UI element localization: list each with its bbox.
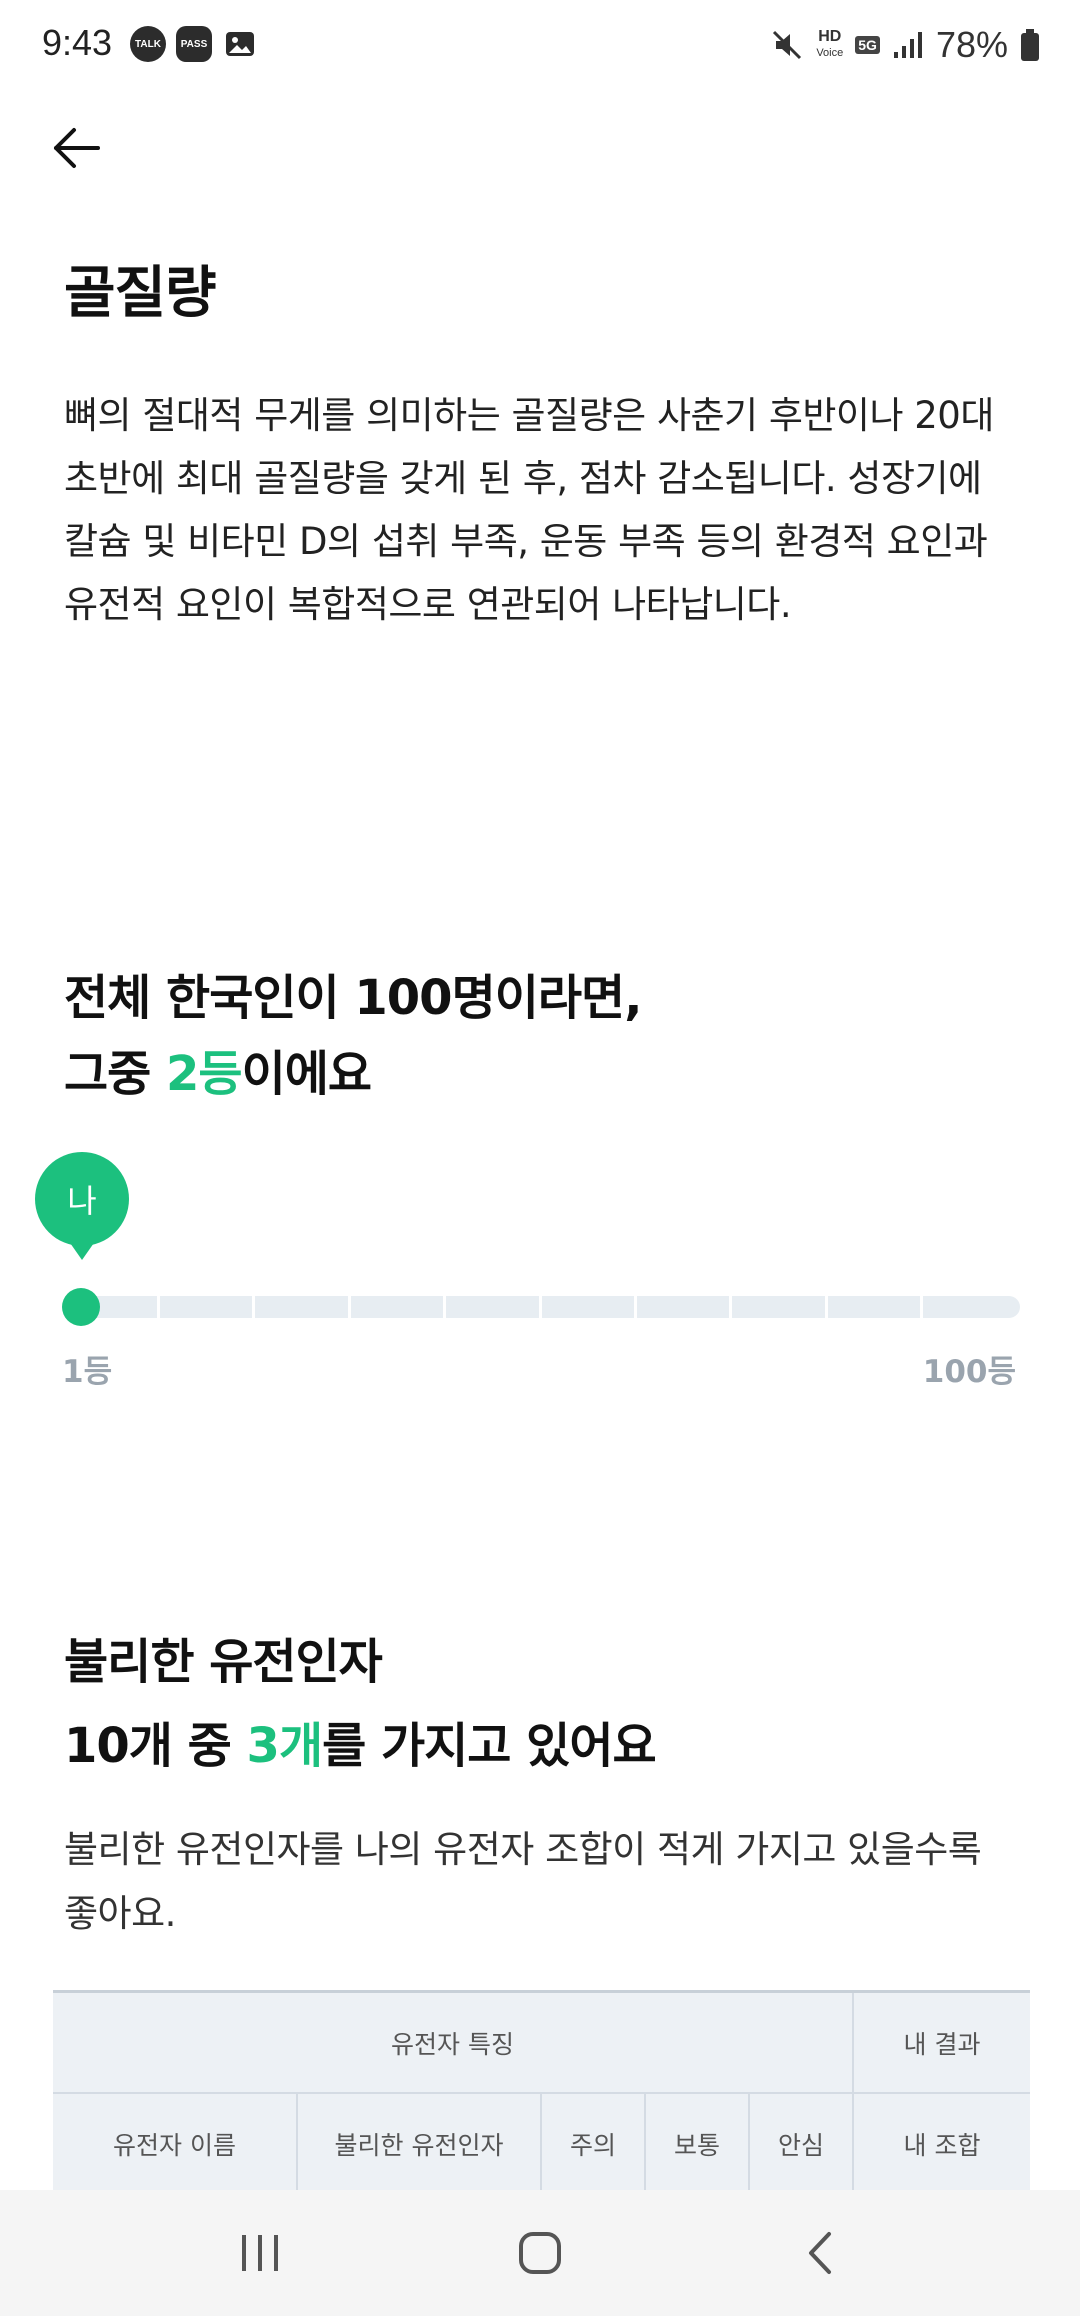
gene-count: 3개: [246, 1718, 324, 1774]
table-column-header-row: 유전자 이름 불리한 유전인자 주의 보통 안심 내 조합: [53, 2092, 1031, 2195]
rank-heading-pre: 그중: [64, 1046, 167, 1102]
rank-heading-post: 이에요: [241, 1046, 372, 1102]
hd-voice-icon: HD Voice: [816, 29, 843, 61]
gene-heading-post: 를 가지고 있어요: [322, 1718, 657, 1774]
trait-description: 뼈의 절대적 무게를 의미하는 골질량은 사춘기 후반이나 20대 초반에 최대…: [64, 394, 994, 626]
marker-pointer: [68, 1240, 96, 1260]
arrow-left-icon: [54, 128, 100, 168]
gene-heading-pre: 10개 중: [64, 1718, 247, 1774]
battery-percent: 78%: [935, 24, 1008, 65]
track-divider: [443, 1296, 446, 1318]
voice-label: Voice: [816, 47, 844, 59]
nav-back-button[interactable]: [770, 2213, 870, 2293]
gene-heading-line1: 불리한 유전인자: [64, 1634, 383, 1690]
my-result-header: 내 결과: [852, 1990, 1031, 2094]
system-status-icons: HD Voice 5G 78%: [770, 24, 1040, 66]
notification-icons: TALK PASS: [130, 26, 258, 62]
back-chevron-icon: [809, 2232, 831, 2274]
normal-header: 보통: [644, 2092, 750, 2195]
recents-button[interactable]: [210, 2213, 310, 2293]
home-button[interactable]: [490, 2213, 590, 2293]
home-icon: [519, 2232, 561, 2274]
track-divider: [825, 1296, 828, 1318]
rank-heading: 전체 한국인이 100명이라면, 그중 2등이에요: [64, 960, 1024, 1112]
status-bar: 9:43 TALK PASS HD Voice 5G 78%: [0, 0, 1080, 92]
track-divider: [920, 1296, 923, 1318]
gene-features-header: 유전자 특징: [53, 1990, 855, 2094]
status-time: 9:43: [42, 22, 113, 63]
recents-icon: [242, 2235, 278, 2271]
mute-icon: [770, 28, 804, 62]
track-divider: [634, 1296, 637, 1318]
rank-value: 2등: [166, 1046, 243, 1102]
my-rank-dot: [62, 1288, 100, 1326]
hd-label: HD: [818, 28, 842, 45]
my-combination-header: 내 조합: [852, 2092, 1031, 2195]
gene-description: 불리한 유전인자를 나의 유전자 조합이 적게 가지고 있을수록 좋아요.: [64, 1828, 982, 1935]
my-position-marker: 나: [35, 1152, 129, 1246]
safe-header: 안심: [747, 2092, 855, 2195]
rank-min-label: 1등: [62, 1354, 113, 1390]
track-divider: [348, 1296, 351, 1318]
talk-notification-icon: TALK: [130, 26, 166, 62]
track-divider: [539, 1296, 542, 1318]
rank-heading-line1: 전체 한국인이 100명이라면,: [64, 970, 642, 1026]
gene-table: 유전자 특징 내 결과 유전자 이름 불리한 유전인자 주의 보통 안심 내 조…: [53, 1990, 1031, 2195]
track-divider: [252, 1296, 255, 1318]
network-5g-icon: 5G: [855, 36, 880, 54]
track-divider: [157, 1296, 160, 1318]
caution-header: 주의: [540, 2092, 646, 2195]
rank-max-label: 100등: [922, 1354, 1016, 1390]
track-divider: [729, 1296, 732, 1318]
gene-name-header: 유전자 이름: [53, 2092, 298, 2195]
unfavorable-factor-header: 불리한 유전인자: [296, 2092, 542, 2195]
table-group-header-row: 유전자 특징 내 결과: [53, 1990, 1031, 2094]
pass-notification-icon: PASS: [176, 26, 212, 62]
rank-track: [62, 1296, 1020, 1318]
gallery-notification-icon: [222, 26, 258, 62]
battery-icon: [1020, 28, 1040, 62]
gene-heading: 불리한 유전인자 10개 중 3개를 가지고 있어요: [64, 1620, 1024, 1788]
signal-icon: [892, 30, 924, 60]
page-title: 골질량: [64, 261, 217, 326]
system-nav-bar: [0, 2190, 1080, 2316]
back-button[interactable]: [44, 116, 108, 180]
